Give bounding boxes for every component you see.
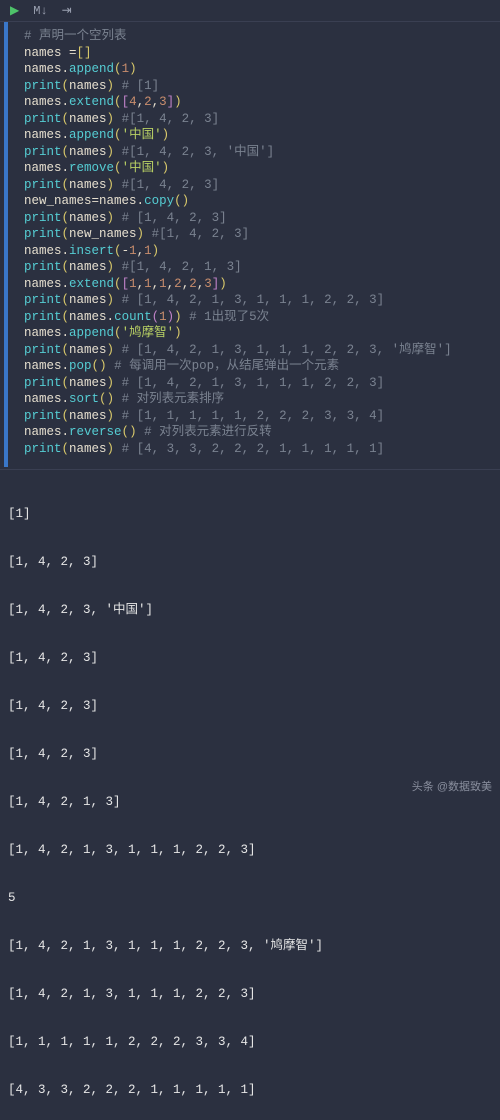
code-line: # 声明一个空列表 [14,28,500,45]
code-line: print(names) # [1, 4, 2, 1, 3, 1, 1, 1, … [14,292,500,309]
code-line: print(names) # [4, 3, 3, 2, 2, 2, 1, 1, … [14,441,500,458]
output-line: [1, 4, 2, 1, 3, 1, 1, 1, 2, 2, 3, '鸠摩智'] [8,938,492,954]
output-line: [1, 1, 1, 1, 1, 2, 2, 2, 3, 3, 4] [8,1034,492,1050]
code-line: names.extend([4,2,3]) [14,94,500,111]
code-line: print(names) # [1] [14,78,500,95]
code-line: names.pop() # 每调用一次pop，从结尾弹出一个元素 [14,358,500,375]
output-line: [1, 4, 2, 1, 3, 1, 1, 1, 2, 2, 3] [8,986,492,1002]
code-line: print(names) # [1, 4, 2, 3] [14,210,500,227]
code-line: names.append('鸠摩智') [14,325,500,342]
run-cell-icon[interactable]: ▶ [10,5,19,17]
more-icon[interactable]: ⇥ [62,5,72,17]
code-line: print(names) # [1, 1, 1, 1, 1, 2, 2, 2, … [14,408,500,425]
code-line: print(names) # [1, 4, 2, 1, 3, 1, 1, 1, … [14,375,500,392]
cell-output: [1] [1, 4, 2, 3] [1, 4, 2, 3, '中国'] [1, … [0,469,500,1120]
output-line: [1, 4, 2, 1, 3] [8,794,492,810]
markdown-icon[interactable]: M↓ [33,5,47,17]
code-line: new_names=names.copy() [14,193,500,210]
output-line: [1, 4, 2, 3] [8,554,492,570]
code-line: names.append('中国') [14,127,500,144]
code-line: names.remove('中国') [14,160,500,177]
output-line: [1] [8,506,492,522]
code-line: print(names) #[1, 4, 2, 3] [14,111,500,128]
output-line: [1, 4, 2, 1, 3, 1, 1, 1, 2, 2, 3] [8,842,492,858]
code-line: names.sort() # 对列表元素排序 [14,391,500,408]
output-line: [1, 4, 2, 3] [8,746,492,762]
output-line: [1, 4, 2, 3, '中国'] [8,602,492,618]
output-line: [1, 4, 2, 3] [8,698,492,714]
output-line: [1, 4, 2, 3] [8,650,492,666]
code-line: print(names.count(1)) # 1出现了5次 [14,309,500,326]
output-line: 5 [8,890,492,906]
code-line: print(names) #[1, 4, 2, 3] [14,177,500,194]
code-cell[interactable]: # 声明一个空列表 names =[] names.append(1) prin… [4,22,500,467]
code-line: names.insert(-1,1) [14,243,500,260]
watermark: 头条 @数据致美 [412,778,492,794]
code-line: names.append(1) [14,61,500,78]
code-line: print(names) # [1, 4, 2, 1, 3, 1, 1, 1, … [14,342,500,359]
code-line: names =[] [14,45,500,62]
notebook-toolbar: ▶ M↓ ⇥ [0,0,500,22]
code-line: names.extend([1,1,1,2,2,3]) [14,276,500,293]
code-line: print(names) #[1, 4, 2, 1, 3] [14,259,500,276]
code-line: print(new_names) #[1, 4, 2, 3] [14,226,500,243]
output-line: [4, 3, 3, 2, 2, 2, 1, 1, 1, 1, 1] [8,1082,492,1098]
code-line: names.reverse() # 对列表元素进行反转 [14,424,500,441]
code-line: print(names) #[1, 4, 2, 3, '中国'] [14,144,500,161]
